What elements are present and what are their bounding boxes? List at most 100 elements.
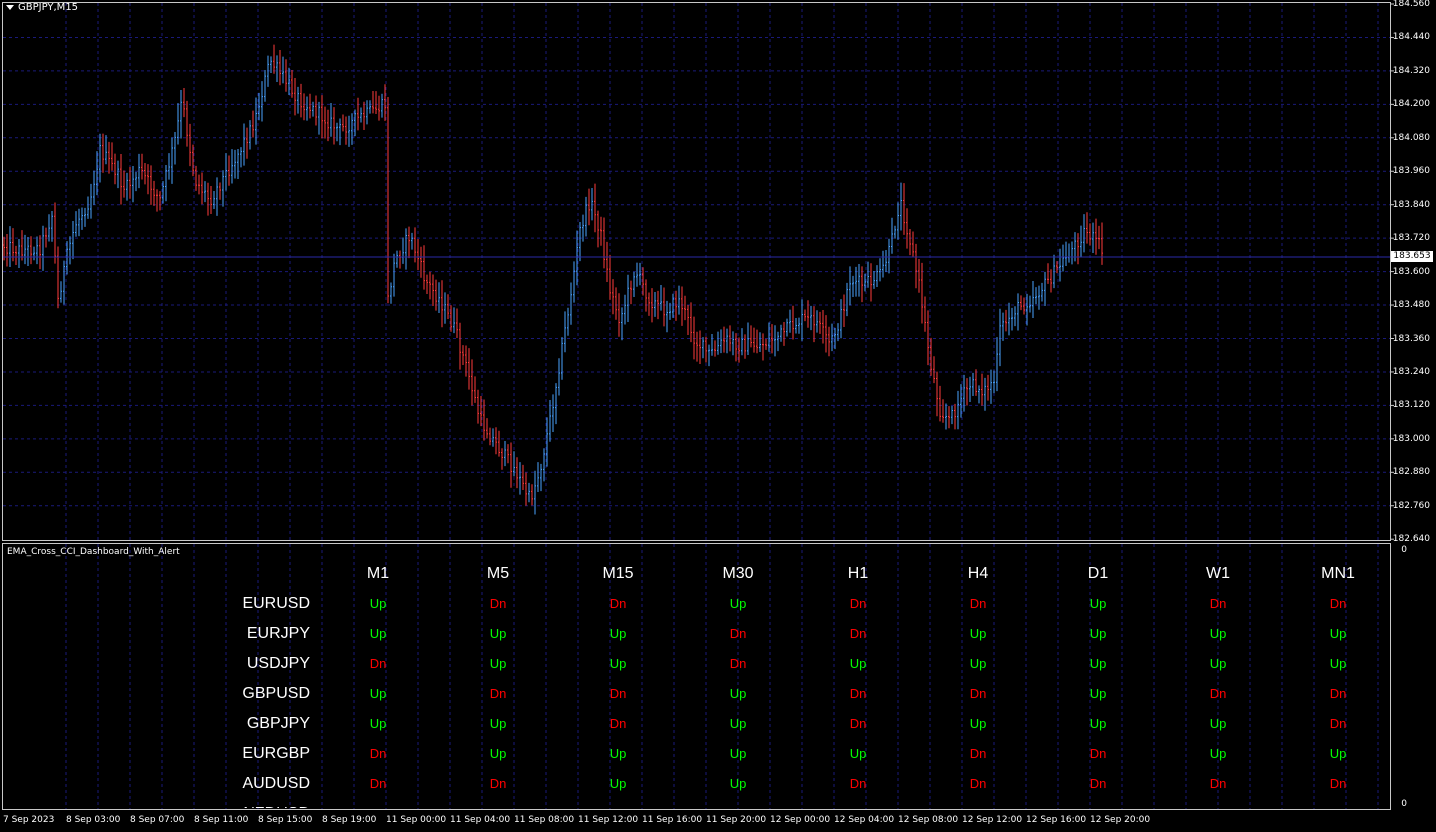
signal-cell: Dn <box>1089 746 1107 761</box>
signal-cell: Up <box>1089 656 1107 671</box>
triangle-down-icon[interactable] <box>6 5 14 10</box>
chart-symbol-title[interactable]: GBPJPY,M15 <box>6 2 78 13</box>
signal-cell: Dn <box>369 776 387 791</box>
signal-cell: Up <box>1209 746 1227 761</box>
signal-cell: Up <box>489 626 507 641</box>
signal-cell: Dn <box>849 626 867 641</box>
signal-cell: Up <box>369 596 387 611</box>
time-tick-label: 8 Sep 03:00 <box>66 815 121 825</box>
price-tick-label: 182.760 <box>1392 500 1430 511</box>
signal-cell: Dn <box>1329 686 1347 701</box>
symbol-label-gbpusd: GBPUSD <box>242 685 310 702</box>
signal-cell: Up <box>1329 656 1347 671</box>
price-tick-label: 183.720 <box>1392 233 1430 244</box>
price-tick-label: 182.880 <box>1392 467 1430 478</box>
price-tick-label: 183.240 <box>1392 366 1430 377</box>
signal-cell: Up <box>489 716 507 731</box>
signal-cell: Up <box>729 596 747 611</box>
symbol-label-eurusd: EURUSD <box>242 595 310 612</box>
signal-cell: Dn <box>369 656 387 671</box>
signal-cell: Up <box>969 656 987 671</box>
signal-cell: Dn <box>1188 806 1248 808</box>
signal-cell: Dn <box>969 686 987 701</box>
signal-cell: Up <box>969 716 987 731</box>
price-tick-label: 182.640 <box>1392 534 1430 545</box>
price-tick-label: 184.320 <box>1392 65 1430 76</box>
signal-cell: Dn <box>348 806 408 808</box>
time-tick-label: 12 Sep 16:00 <box>1026 815 1087 825</box>
price-tick-label: 183.000 <box>1392 433 1430 444</box>
time-tick-label: 12 Sep 12:00 <box>962 815 1023 825</box>
time-tick-label: 8 Sep 07:00 <box>130 815 185 825</box>
signal-cell: Up <box>708 806 768 808</box>
signal-cell: Up <box>1089 596 1107 611</box>
signal-cell: Dn <box>1068 806 1128 808</box>
signal-cell: Up <box>1329 746 1347 761</box>
signal-cell: Up <box>489 746 507 761</box>
signal-cell: Dn <box>1209 776 1227 791</box>
indicator-name: EMA_Cross_CCI_Dashboard_With_Alert <box>7 547 180 557</box>
symbol-label-audusd: AUDUSD <box>242 775 310 792</box>
signal-cell: Dn <box>1089 776 1107 791</box>
time-tick-label: 12 Sep 04:00 <box>834 815 895 825</box>
time-tick-label: 11 Sep 16:00 <box>642 815 703 825</box>
price-tick-label: 183.840 <box>1392 199 1430 210</box>
time-tick-label: 12 Sep 00:00 <box>770 815 831 825</box>
signal-dashboard: M1 M5 M15 M30 H1 H4 D1 W1 MN1 EURUSD Up Dn Dn Up Dn Dn U… <box>3 560 1390 808</box>
signal-cell: Up <box>369 626 387 641</box>
signal-cell: Dn <box>1209 686 1227 701</box>
signal-cell: Dn <box>849 686 867 701</box>
timeframe-header-m5: M5 <box>486 565 510 582</box>
signal-cell: Up <box>609 746 627 761</box>
signal-cell: Dn <box>849 776 867 791</box>
signal-cell: Dn <box>489 596 507 611</box>
price-tick-label: 183.600 <box>1392 266 1430 277</box>
signal-cell: Dn <box>969 596 987 611</box>
signal-cell: Dn <box>729 656 747 671</box>
signal-cell: Dn <box>849 716 867 731</box>
signal-cell: Up <box>729 716 747 731</box>
symbol-label-nzdusd: NZDUSD <box>243 805 310 808</box>
symbol-label-gbpjpy: GBPJPY <box>246 715 310 732</box>
signal-cell: Dn <box>729 626 747 641</box>
signal-cell: Up <box>1089 716 1107 731</box>
signal-cell: Dn <box>1209 596 1227 611</box>
symbol-label-eurgbp: EURGBP <box>242 745 310 762</box>
signal-cell: Dn <box>1329 776 1347 791</box>
signal-cell: Dn <box>489 776 507 791</box>
signal-cell: Up <box>1329 626 1347 641</box>
signal-cell: Dn <box>609 716 627 731</box>
signal-cell: Up <box>489 656 507 671</box>
indicator-scale-top: 0 <box>1401 545 1407 555</box>
signal-cell: Up <box>729 746 747 761</box>
signal-cell: Up <box>1209 626 1227 641</box>
timeframe-header-d1: D1 <box>1087 565 1109 582</box>
time-tick-label: 8 Sep 11:00 <box>194 815 249 825</box>
signal-cell: Dn <box>489 686 507 701</box>
time-tick-label: 12 Sep 20:00 <box>1090 815 1151 825</box>
signal-cell: Dn <box>969 746 987 761</box>
price-tick-label: 183.120 <box>1392 400 1430 411</box>
timeframe-header-m1: M1 <box>366 565 390 582</box>
signal-cell: Dn <box>1308 806 1368 808</box>
signal-cell: Dn <box>849 596 867 611</box>
signal-cell: Dn <box>588 806 648 808</box>
signal-cell: Up <box>369 686 387 701</box>
timeframe-header-h1: H1 <box>847 565 869 582</box>
time-tick-label: 8 Sep 19:00 <box>322 815 377 825</box>
indicator-scale-bottom: 0 <box>1401 799 1407 809</box>
signal-cell: Up <box>729 776 747 791</box>
time-tick-label: 12 Sep 08:00 <box>898 815 959 825</box>
price-tick-label: 184.200 <box>1392 99 1430 110</box>
price-tick-label: 184.080 <box>1392 132 1430 143</box>
chart-symbol-label: GBPJPY,M15 <box>18 2 79 13</box>
signal-cell: Dn <box>609 596 627 611</box>
timeframe-header-h4: H4 <box>967 565 989 582</box>
current-price-badge: 183.653 <box>1391 251 1433 262</box>
time-tick-label: 11 Sep 04:00 <box>450 815 511 825</box>
timeframe-header-m15: M15 <box>602 565 634 582</box>
price-tick-label: 183.480 <box>1392 300 1430 311</box>
time-tick-label: 11 Sep 20:00 <box>706 815 767 825</box>
signal-cell: Up <box>729 686 747 701</box>
time-tick-label: 11 Sep 12:00 <box>578 815 639 825</box>
